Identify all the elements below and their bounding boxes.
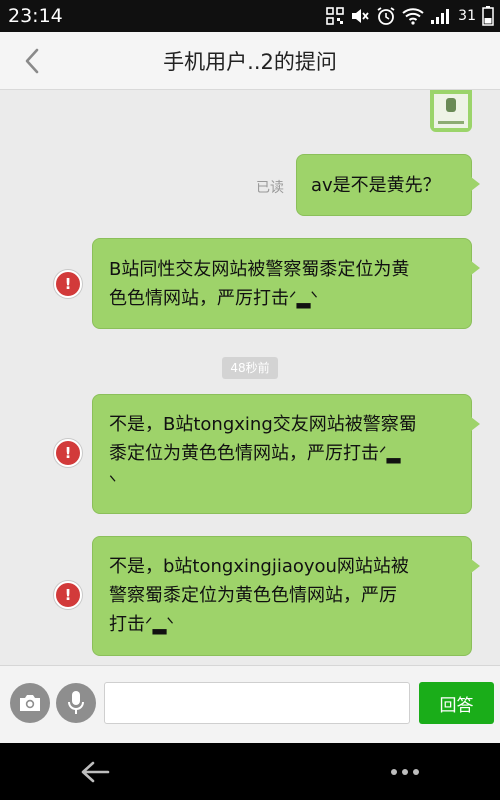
voice-button[interactable]	[56, 683, 96, 723]
arrow-left-icon	[81, 761, 110, 783]
screen: 23:14 31 手机用户..2的提问 已读 av是不是黄先？ ! B站同性交友…	[0, 0, 500, 800]
battery-icon	[482, 6, 494, 26]
timestamp: 48秒前	[222, 357, 278, 379]
message-text: 不是，B站tongxing交友网站被警察蜀 黍定位为黄色色情网站，严厉打击ᐟ▂ …	[109, 414, 417, 493]
mute-icon	[350, 7, 370, 25]
nav-bar	[0, 743, 500, 800]
camera-icon	[20, 695, 40, 711]
image-message[interactable]	[430, 90, 472, 132]
chat-area[interactable]: 已读 av是不是黄先？ ! B站同性交友网站被警察蜀黍定位为黄 色色情网站，严厉…	[0, 90, 500, 665]
status-icons: 31	[326, 4, 494, 28]
answer-input[interactable]	[104, 682, 410, 724]
read-receipt: 已读	[256, 180, 284, 196]
message-bubble[interactable]: 不是，b站tongxingjiaoyou网站站被 警察蜀黍定位为黄色色情网站，严…	[92, 536, 480, 656]
message-text: av是不是黄先？	[311, 175, 441, 196]
nav-back-button[interactable]	[76, 753, 114, 791]
send-failed-icon[interactable]: !	[54, 581, 82, 609]
answer-button[interactable]: 回答	[419, 682, 494, 724]
message-bubble[interactable]: av是不是黄先？	[296, 154, 480, 216]
image-thumbnail	[434, 94, 468, 128]
message-text: 不是，b站tongxingjiaoyou网站站被 警察蜀黍定位为黄色色情网站，严…	[109, 556, 409, 635]
signal-icon	[430, 7, 452, 25]
microphone-icon	[68, 691, 84, 714]
alarm-icon	[376, 6, 396, 26]
send-failed-icon[interactable]: !	[54, 439, 82, 467]
qr-icon	[326, 7, 344, 25]
wifi-icon	[402, 7, 424, 25]
camera-button[interactable]	[10, 683, 50, 723]
more-dots-icon	[391, 769, 419, 775]
status-time: 23:14	[8, 5, 63, 27]
message-bubble[interactable]: 不是，B站tongxing交友网站被警察蜀 黍定位为黄色色情网站，严厉打击ᐟ▂ …	[92, 394, 480, 514]
page-title: 手机用户..2的提问	[163, 50, 337, 74]
message-bubble[interactable]: B站同性交友网站被警察蜀黍定位为黄 色色情网站，严厉打击ᐟ▂ᐠ	[92, 238, 480, 329]
nav-menu-button[interactable]	[382, 753, 428, 791]
input-bar: 回答	[0, 665, 500, 743]
send-failed-icon[interactable]: !	[54, 270, 82, 298]
title-bar: 手机用户..2的提问	[0, 32, 500, 90]
message-text: B站同性交友网站被警察蜀黍定位为黄 色色情网站，严厉打击ᐟ▂ᐠ	[109, 259, 410, 309]
battery-level: 31	[458, 8, 476, 24]
status-bar: 23:14 31	[0, 0, 500, 32]
